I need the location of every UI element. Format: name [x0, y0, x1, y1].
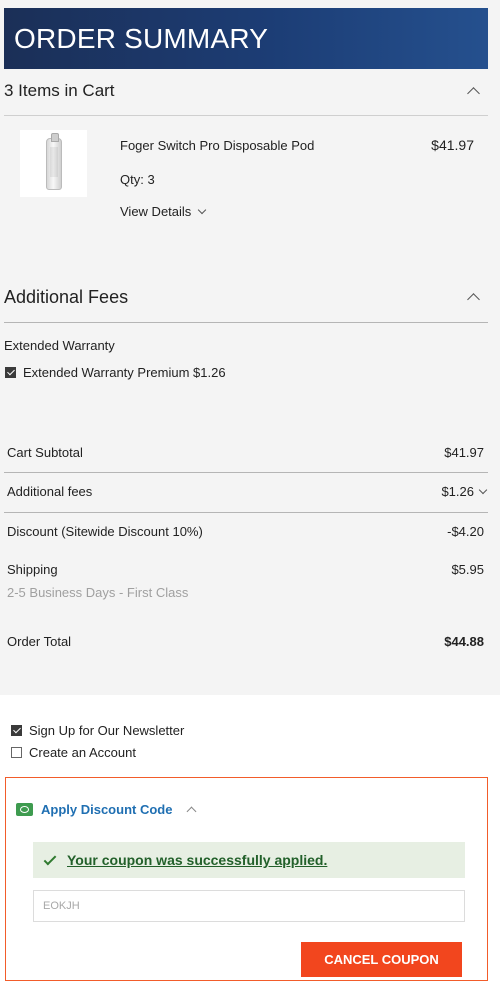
fees-section-title: Additional Fees: [4, 286, 129, 307]
warranty-checkbox[interactable]: [5, 367, 16, 378]
additional-fees-value: $1.26: [441, 484, 474, 499]
shipping-value: $5.95: [451, 562, 484, 577]
coupon-success-message: Your coupon was successfully applied.: [33, 842, 465, 878]
view-details-toggle[interactable]: View Details: [120, 204, 207, 219]
divider: [4, 512, 488, 513]
shipping-method: 2-5 Business Days - First Class: [7, 585, 189, 600]
order-summary-header: ORDER SUMMARY: [4, 8, 488, 69]
cancel-coupon-button[interactable]: CANCEL COUPON: [301, 942, 462, 977]
page-title: ORDER SUMMARY: [14, 22, 269, 54]
checkmark-icon: [43, 852, 57, 865]
chevron-down-icon: [478, 485, 488, 495]
apply-discount-toggle[interactable]: Apply Discount Code: [16, 802, 197, 817]
warranty-group-label: Extended Warranty: [4, 338, 115, 353]
coupon-success-text: Your coupon was successfully applied.: [67, 852, 328, 868]
subtotal-value: $41.97: [444, 445, 484, 460]
chevron-down-icon: [198, 205, 207, 215]
cart-section-toggle[interactable]: 3 Items in Cart: [4, 80, 488, 102]
divider: [4, 322, 488, 323]
divider: [4, 115, 488, 116]
create-account-option[interactable]: Create an Account: [11, 745, 136, 760]
subtotal-label: Cart Subtotal: [7, 445, 83, 460]
cart-section-title: 3 Items in Cart: [4, 81, 115, 100]
chevron-up-icon: [467, 292, 480, 306]
money-icon: [16, 803, 33, 816]
discount-code-panel: Apply Discount Code Your coupon was succ…: [5, 777, 488, 981]
apply-discount-label: Apply Discount Code: [41, 802, 173, 817]
newsletter-label: Sign Up for Our Newsletter: [29, 723, 185, 738]
view-details-label: View Details: [120, 204, 192, 219]
newsletter-checkbox[interactable]: [11, 725, 22, 736]
additional-fees-label: Additional fees: [7, 484, 93, 499]
create-account-label: Create an Account: [29, 745, 136, 760]
discount-label: Discount (Sitewide Discount 10%): [7, 524, 203, 539]
order-total-value: $44.88: [444, 634, 484, 649]
fees-section-toggle[interactable]: Additional Fees: [4, 285, 488, 309]
warranty-option[interactable]: Extended Warranty Premium $1.26: [5, 365, 226, 380]
chevron-up-icon: [187, 806, 197, 817]
coupon-code-input[interactable]: [33, 890, 465, 922]
product-image: [20, 130, 87, 197]
warranty-option-label: Extended Warranty Premium $1.26: [23, 365, 226, 380]
product-qty: Qty: 3: [120, 172, 155, 187]
shipping-label: Shipping: [7, 562, 58, 577]
newsletter-option[interactable]: Sign Up for Our Newsletter: [11, 723, 184, 738]
pod-image-icon: [45, 132, 62, 190]
create-account-checkbox[interactable]: [11, 747, 22, 758]
order-total-label: Order Total: [7, 634, 72, 649]
divider: [4, 472, 488, 473]
discount-value: -$4.20: [447, 524, 484, 539]
additional-fees-toggle[interactable]: $1.26: [441, 484, 488, 499]
chevron-up-icon: [467, 86, 480, 100]
product-price: $41.97: [431, 137, 474, 153]
product-name: Foger Switch Pro Disposable Pod: [120, 138, 315, 153]
